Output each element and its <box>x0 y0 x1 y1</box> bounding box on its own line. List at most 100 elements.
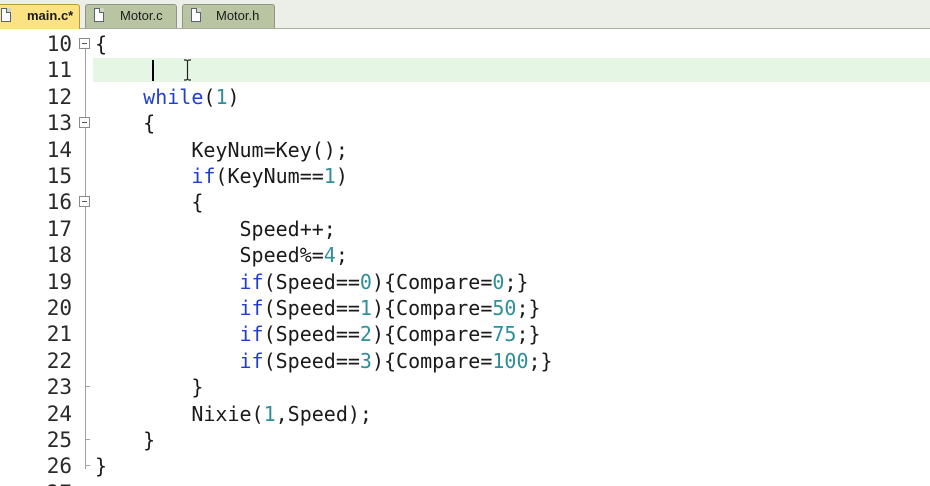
keyword-token: if <box>239 296 264 320</box>
code-line[interactable]: 10 { <box>0 31 930 57</box>
code-line[interactable]: 16 { <box>0 189 930 215</box>
code-line[interactable]: 19 if(Speed==0){Compare=0;} <box>0 269 930 295</box>
code-token: (Speed== <box>263 322 360 347</box>
code-line[interactable]: 21 if(Speed==2){Compare=75;} <box>0 321 930 347</box>
code-token: ;} <box>516 322 541 347</box>
code-text: if(Speed==3){Compare=100;} <box>95 348 553 374</box>
code-token: ( <box>203 84 216 109</box>
line-number: 14 <box>46 137 72 162</box>
code-token: } <box>95 428 156 452</box>
fold-end-marker <box>85 386 90 388</box>
current-line-highlight <box>93 58 930 83</box>
fold-end-marker <box>85 439 90 440</box>
number-token: 3 <box>359 348 372 373</box>
file-icon <box>94 8 104 22</box>
code-token: ) <box>335 164 348 188</box>
code-text: } <box>95 374 203 400</box>
code-text: if(KeyNum==1) <box>95 163 348 189</box>
number-token: 4 <box>323 243 336 268</box>
tab-label: Motor.h <box>216 8 260 23</box>
code-text: Nixie(1,Speed); <box>95 401 372 427</box>
code-text: { <box>95 31 107 57</box>
code-line[interactable]: 24 Nixie(1,Speed); <box>0 401 930 427</box>
code-line[interactable]: 14 KeyNum=Key(); <box>0 137 930 163</box>
line-number: 15 <box>46 164 72 188</box>
tab-motor-c[interactable]: Motor.c <box>85 4 177 28</box>
line-number: 24 <box>46 401 72 426</box>
code-text: if(Speed==1){Compare=50;} <box>95 295 541 321</box>
line-number: 10 <box>46 32 72 56</box>
code-line[interactable]: 13 { <box>0 110 930 136</box>
line-number: 16 <box>46 190 72 215</box>
code-line[interactable]: 25 } <box>0 427 930 453</box>
text-caret <box>152 60 154 82</box>
code-token: Speed++; <box>95 216 336 241</box>
code-token: ,Speed); <box>275 401 372 426</box>
line-number: 17 <box>46 216 72 241</box>
code-text: } <box>95 453 107 479</box>
file-tab-bar: main.c* Motor.c Motor.h <box>0 0 930 29</box>
code-line[interactable]: 27 <box>0 480 930 486</box>
number-token: 50 <box>492 296 517 320</box>
tab-label: main.c* <box>27 8 74 23</box>
file-icon <box>1 8 11 22</box>
line-number: 13 <box>46 111 72 136</box>
code-line[interactable]: 17 Speed++; <box>0 216 930 242</box>
code-text: if(Speed==2){Compare=75;} <box>95 321 541 347</box>
code-line[interactable]: 20 if(Speed==1){Compare=50;} <box>0 295 930 321</box>
code-text: Speed++; <box>95 216 336 242</box>
number-token: 75 <box>492 322 517 347</box>
code-token: KeyNum=Key(); <box>95 137 348 162</box>
code-line[interactable]: 15 if(KeyNum==1) <box>0 163 930 189</box>
code-text: while(1) <box>95 84 240 110</box>
code-token: ){Compare= <box>371 348 493 373</box>
code-text: Speed%=4; <box>95 242 348 268</box>
keyword-token: while <box>143 84 204 109</box>
file-icon <box>191 8 201 22</box>
code-line[interactable]: 12 while(1) <box>0 84 930 110</box>
code-token: } <box>95 375 204 400</box>
line-number: 21 <box>46 322 72 347</box>
line-number: 20 <box>46 296 72 320</box>
text-ibeam-cursor-icon <box>184 59 191 81</box>
code-token: ){Compare= <box>371 269 493 294</box>
code-token: ) <box>227 84 240 109</box>
code-token: ){Compare= <box>371 296 493 320</box>
code-line[interactable]: 18 Speed%=4; <box>0 242 930 268</box>
tab-motor-h[interactable]: Motor.h <box>182 4 275 28</box>
code-token: (KeyNum== <box>215 164 324 188</box>
code-token: Speed%= <box>95 243 324 268</box>
keyword-token: if <box>239 322 264 347</box>
number-token: 2 <box>359 322 372 347</box>
tab-main-c[interactable]: main.c* <box>0 4 80 29</box>
fold-minus-icon[interactable] <box>79 117 90 129</box>
keyword-token: if <box>239 348 264 373</box>
code-text-area[interactable]: 10{11 12 while(1) 13 {14 KeyNum=Key(); 15 i… <box>0 29 930 486</box>
code-token: ; <box>335 243 348 268</box>
line-number: 18 <box>46 243 72 268</box>
code-line[interactable]: 11 <box>0 57 930 83</box>
keyword-token: if <box>191 164 216 188</box>
code-line[interactable]: 22 if(Speed==3){Compare=100;} <box>0 348 930 374</box>
tab-label: Motor.c <box>120 8 163 23</box>
number-token: 1 <box>359 296 372 320</box>
code-line[interactable]: 23 } <box>0 374 930 400</box>
fold-end-marker <box>85 465 90 467</box>
line-number: 11 <box>46 58 72 83</box>
code-token: { <box>95 32 108 56</box>
code-text: { <box>95 110 155 136</box>
code-line[interactable]: 26} <box>0 453 930 479</box>
number-token: 1 <box>215 84 228 109</box>
fold-minus-icon[interactable] <box>79 38 90 49</box>
code-text: { <box>95 189 203 215</box>
code-text: KeyNum=Key(); <box>95 137 348 163</box>
line-number: 26 <box>46 454 72 479</box>
code-text: if(Speed==0){Compare=0;} <box>95 269 529 295</box>
fold-minus-icon[interactable] <box>79 196 90 208</box>
number-token: 0 <box>492 269 505 294</box>
